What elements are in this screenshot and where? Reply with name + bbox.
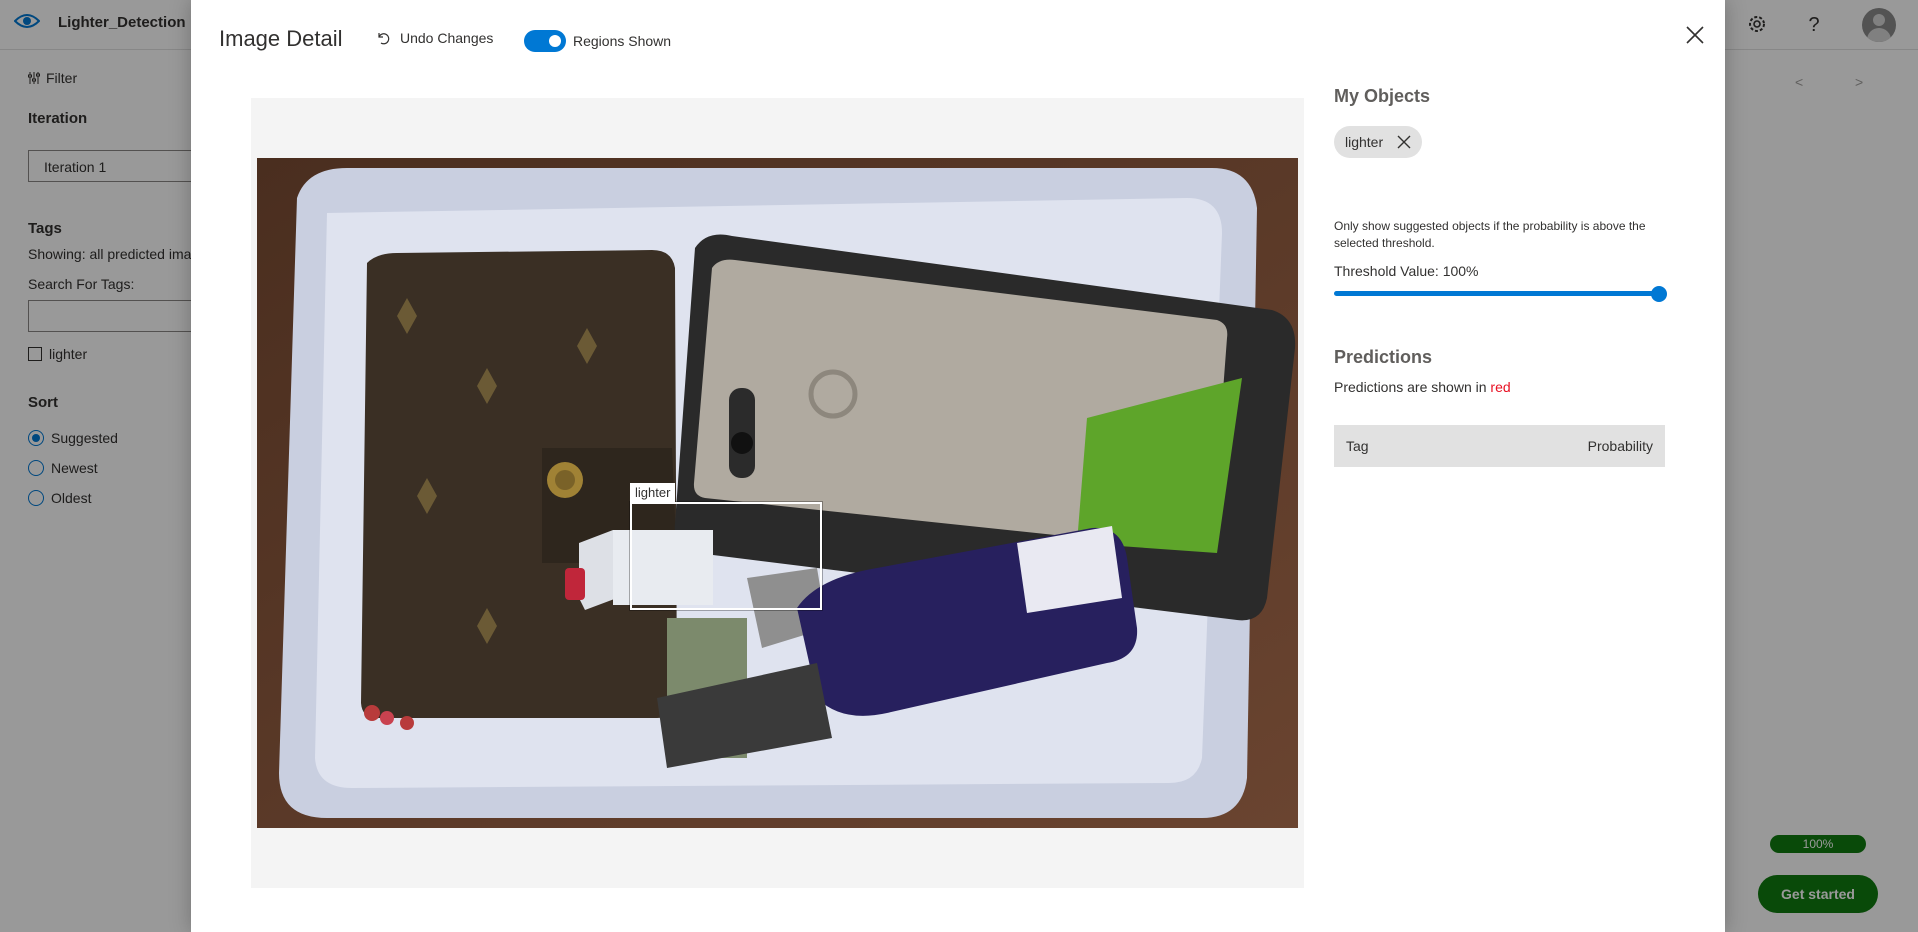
threshold-value-label: Threshold Value: 100% bbox=[1334, 263, 1479, 279]
column-header-probability[interactable]: Probability bbox=[1588, 438, 1653, 454]
threshold-slider[interactable] bbox=[1334, 286, 1667, 302]
predictions-note-prefix: Predictions are shown in bbox=[1334, 379, 1491, 395]
undo-changes-label: Undo Changes bbox=[400, 30, 494, 46]
image-detail-modal: Image Detail Undo Changes Regions Shown bbox=[191, 0, 1725, 932]
right-panel: My Objects lighter Only show suggested o… bbox=[1334, 86, 1669, 467]
toggle-knob bbox=[549, 35, 561, 47]
slider-track[interactable] bbox=[1334, 291, 1659, 296]
detail-photo[interactable] bbox=[257, 158, 1298, 828]
close-icon[interactable] bbox=[1684, 24, 1706, 46]
predictions-table-header: Tag Probability bbox=[1334, 425, 1665, 467]
object-chip-lighter: lighter bbox=[1334, 126, 1423, 158]
predictions-note-color-word: red bbox=[1490, 379, 1511, 395]
regions-shown-toggle[interactable] bbox=[524, 30, 566, 52]
photo-illustration bbox=[257, 158, 1298, 828]
region-box-lighter[interactable] bbox=[630, 502, 822, 610]
threshold-help-text: Only show suggested objects if the proba… bbox=[1334, 219, 1646, 250]
predictions-heading: Predictions bbox=[1334, 347, 1433, 367]
predictions-note: Predictions are shown in red bbox=[1334, 379, 1511, 395]
column-header-tag[interactable]: Tag bbox=[1346, 438, 1369, 454]
undo-icon bbox=[378, 33, 390, 45]
region-tag-label[interactable]: lighter bbox=[630, 483, 676, 502]
regions-shown-label: Regions Shown bbox=[573, 33, 672, 49]
my-objects-heading: My Objects bbox=[1334, 86, 1431, 106]
slider-thumb[interactable] bbox=[1651, 286, 1667, 302]
modal-title: Image Detail bbox=[219, 26, 343, 51]
object-chip-label: lighter bbox=[1345, 134, 1384, 150]
undo-changes-button[interactable]: Undo Changes bbox=[376, 30, 493, 46]
remove-icon[interactable] bbox=[1397, 135, 1411, 149]
